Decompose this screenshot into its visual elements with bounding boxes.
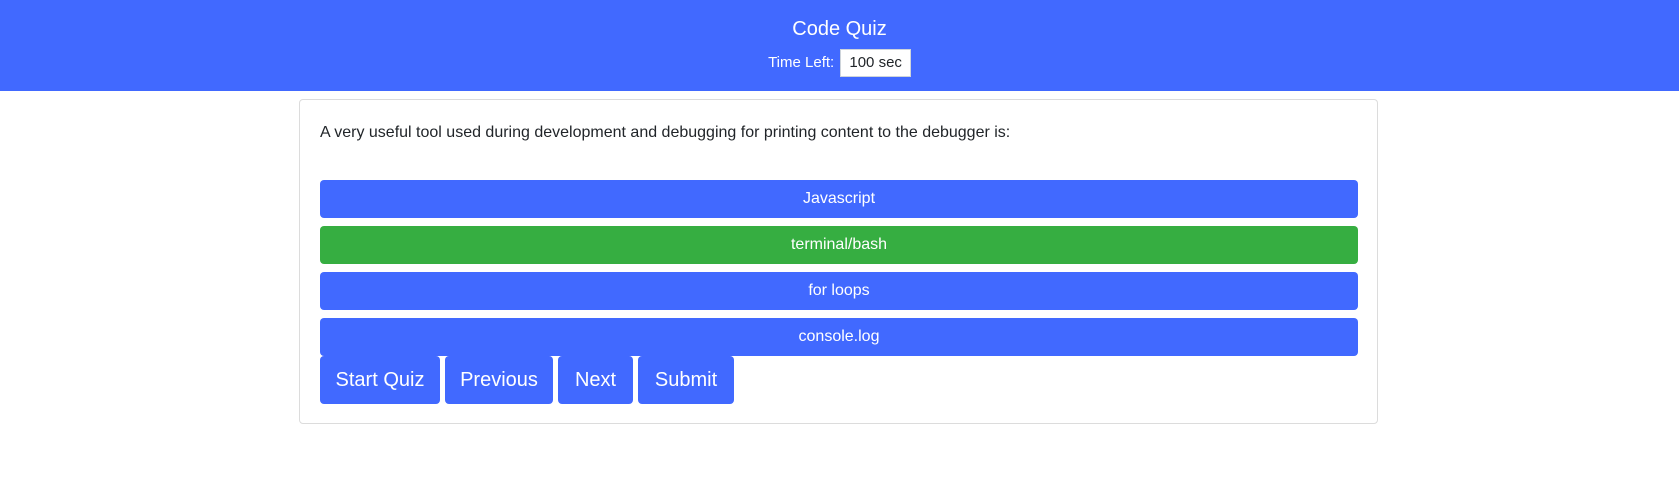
header-bar: Code Quiz Time Left: 100 sec (0, 0, 1679, 91)
next-button[interactable]: Next (558, 356, 633, 404)
timer-label: Time Left: (768, 54, 835, 72)
start-quiz-button[interactable]: Start Quiz (320, 356, 440, 404)
answer-button-3[interactable]: for loops (320, 272, 1358, 310)
timer-value: 100 sec (840, 49, 911, 78)
page-title: Code Quiz (792, 18, 887, 40)
answer-button-1[interactable]: Javascript (320, 180, 1358, 218)
question-text: A very useful tool used during developme… (320, 124, 1011, 141)
answer-button-2[interactable]: terminal/bash (320, 226, 1358, 264)
previous-button[interactable]: Previous (445, 356, 553, 404)
timer: Time Left: 100 sec (0, 49, 1679, 78)
answer-button-4[interactable]: console.log (320, 318, 1358, 356)
submit-button[interactable]: Submit (638, 356, 734, 404)
